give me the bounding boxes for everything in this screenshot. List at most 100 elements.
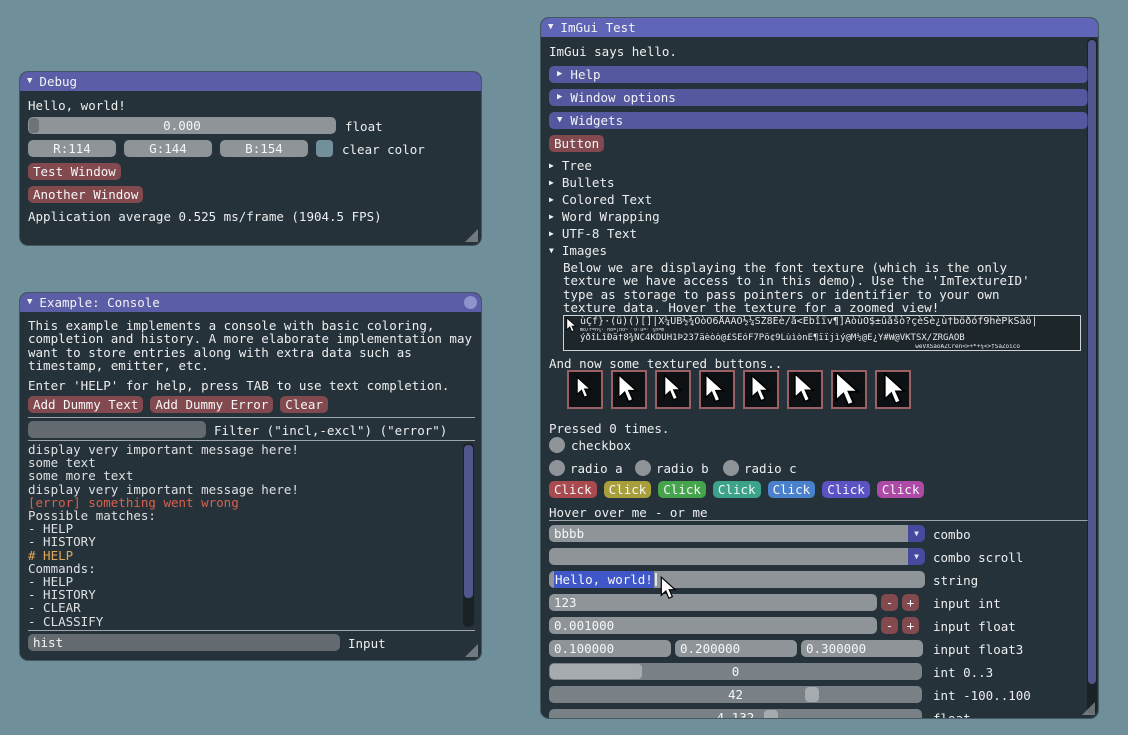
input-float-field[interactable]: 0.001000 (549, 617, 877, 634)
click-button-row: Click Click Click Click Click Click Clic… (549, 481, 924, 498)
filter-input[interactable] (28, 421, 206, 438)
tree-item-word-wrapping[interactable]: ▶Word Wrapping (549, 209, 660, 224)
debug-titlebar[interactable]: ▼ Debug (20, 72, 481, 91)
console-log[interactable]: display very important message here! som… (28, 443, 458, 627)
textured-button-1[interactable] (567, 370, 603, 409)
radio-a[interactable] (549, 460, 565, 476)
button-widget[interactable]: Button (549, 135, 604, 152)
console-input[interactable]: hist (28, 634, 340, 651)
combo-scroll-arrow-button[interactable]: ▼ (908, 548, 925, 565)
input-float3-x[interactable]: 0.100000 (549, 640, 671, 657)
combo-scroll-label: combo scroll (933, 550, 1023, 565)
combo-input[interactable]: bbbb (549, 525, 908, 542)
int-plus-button[interactable]: + (902, 594, 919, 611)
click-button-1[interactable]: Click (549, 481, 597, 498)
collapse-arrow-icon[interactable]: ▼ (27, 298, 32, 307)
click-button-2[interactable]: Click (604, 481, 652, 498)
drag-red[interactable]: R:114 (28, 140, 116, 157)
separator (28, 440, 475, 441)
close-button[interactable] (464, 296, 477, 309)
click-button-4[interactable]: Click (713, 481, 761, 498)
tree-item-images[interactable]: ▼Images (549, 243, 607, 258)
click-button-7[interactable]: Click (877, 481, 925, 498)
click-button-3[interactable]: Click (658, 481, 706, 498)
color-swatch[interactable] (316, 140, 333, 157)
resize-grip[interactable] (1082, 702, 1095, 715)
float-minus-button[interactable]: - (881, 617, 898, 634)
console-input-label: Input (348, 636, 386, 651)
slider-float[interactable]: 4.132 (549, 709, 922, 718)
test-window-button[interactable]: Test Window (28, 163, 121, 180)
window-title: Debug (39, 74, 77, 89)
input-float3-label: input float3 (933, 642, 1023, 657)
click-button-5[interactable]: Click (768, 481, 816, 498)
tree-arrow-icon: ▶ (549, 213, 554, 221)
string-input[interactable]: Hello, world! (549, 571, 925, 588)
collapse-arrow-icon[interactable]: ▼ (27, 77, 32, 86)
font-texture[interactable]: ùÇf}·(ü)()[]|X¼ÙB½¾ÒòÓ6ÅÃÃÖ½¼ŠŽ8Éè/å<Èbî… (563, 315, 1081, 351)
log-line: # HELP (28, 549, 458, 562)
slider-int-0-3[interactable]: 0 (549, 663, 922, 680)
window-scrollbar[interactable] (1087, 38, 1097, 714)
checkbox[interactable] (549, 437, 565, 453)
textured-button-3[interactable] (655, 370, 691, 409)
drag-green[interactable]: G:144 (124, 140, 212, 157)
resize-grip[interactable] (465, 644, 478, 657)
int-minus-button[interactable]: - (881, 594, 898, 611)
header-widgets[interactable]: ▼ Widgets (549, 112, 1088, 129)
scrollbar-thumb[interactable] (1088, 40, 1096, 684)
header-arrow-icon: ▼ (557, 116, 562, 125)
hover-text-second[interactable]: - or me (655, 505, 708, 520)
window-console[interactable]: ▼ Example: Console This example implemen… (20, 293, 481, 660)
textured-button-8[interactable] (875, 370, 911, 409)
log-line: Commands: (28, 562, 458, 575)
tree-item-tree[interactable]: ▶Tree (549, 158, 592, 173)
combo-arrow-button[interactable]: ▼ (908, 525, 925, 542)
log-line: - CLEAR (28, 601, 458, 614)
textured-button-7[interactable] (831, 370, 867, 409)
combo-scroll-input[interactable] (549, 548, 908, 565)
float-slider[interactable]: 0.000 (28, 117, 336, 134)
says-hello-text: ImGui says hello. (549, 44, 677, 59)
clear-color-label: clear color (342, 142, 425, 157)
collapse-arrow-icon[interactable]: ▼ (548, 23, 553, 32)
textured-button-5[interactable] (743, 370, 779, 409)
images-description: Below we are displaying the font texture… (563, 261, 1058, 315)
another-window-button[interactable]: Another Window (28, 186, 143, 203)
input-float3-z[interactable]: 0.300000 (801, 640, 923, 657)
resize-grip[interactable] (465, 229, 478, 242)
radio-c[interactable] (723, 460, 739, 476)
combo-arrow-icon: ▼ (914, 530, 919, 538)
texture-cursor-glyph (566, 317, 577, 333)
drag-blue[interactable]: B:154 (220, 140, 308, 157)
header-help[interactable]: ▶ Help (549, 66, 1088, 83)
textured-button-4[interactable] (699, 370, 735, 409)
cursor-glyph-icon (750, 374, 771, 403)
log-scrollbar[interactable] (463, 443, 474, 627)
tree-item-utf8-text[interactable]: ▶UTF-8 Text (549, 226, 637, 241)
input-int-field[interactable]: 123 (549, 594, 877, 611)
hover-text-first[interactable]: Hover over me (549, 505, 647, 520)
tree-item-bullets[interactable]: ▶Bullets (549, 175, 615, 190)
window-debug[interactable]: ▼ Debug Hello, world! 0.000 float R:114 … (20, 72, 481, 245)
add-dummy-text-button[interactable]: Add Dummy Text (28, 396, 143, 413)
scrollbar-thumb[interactable] (464, 445, 473, 598)
float-plus-button[interactable]: + (902, 617, 919, 634)
tree-arrow-icon: ▶ (549, 162, 554, 170)
tree-item-colored-text[interactable]: ▶Colored Text (549, 192, 652, 207)
console-titlebar[interactable]: ▼ Example: Console (20, 293, 481, 312)
cursor-glyph-icon (617, 373, 639, 404)
imgui-test-titlebar[interactable]: ▼ ImGui Test (541, 18, 1098, 37)
tree-arrow-icon: ▶ (549, 179, 554, 187)
click-button-6[interactable]: Click (822, 481, 870, 498)
textured-button-6[interactable] (787, 370, 823, 409)
add-dummy-error-button[interactable]: Add Dummy Error (150, 396, 273, 413)
slider-int-range[interactable]: 42 (549, 686, 922, 703)
filter-label: Filter ("incl,-excl") ("error") (214, 423, 447, 438)
textured-button-2[interactable] (611, 370, 647, 409)
header-window-options[interactable]: ▶ Window options (549, 89, 1088, 106)
clear-button[interactable]: Clear (280, 396, 328, 413)
radio-b[interactable] (635, 460, 651, 476)
window-imgui-test[interactable]: ▼ ImGui Test ImGui says hello. ▶ Help ▶ … (541, 18, 1098, 718)
input-float3-y[interactable]: 0.200000 (675, 640, 797, 657)
